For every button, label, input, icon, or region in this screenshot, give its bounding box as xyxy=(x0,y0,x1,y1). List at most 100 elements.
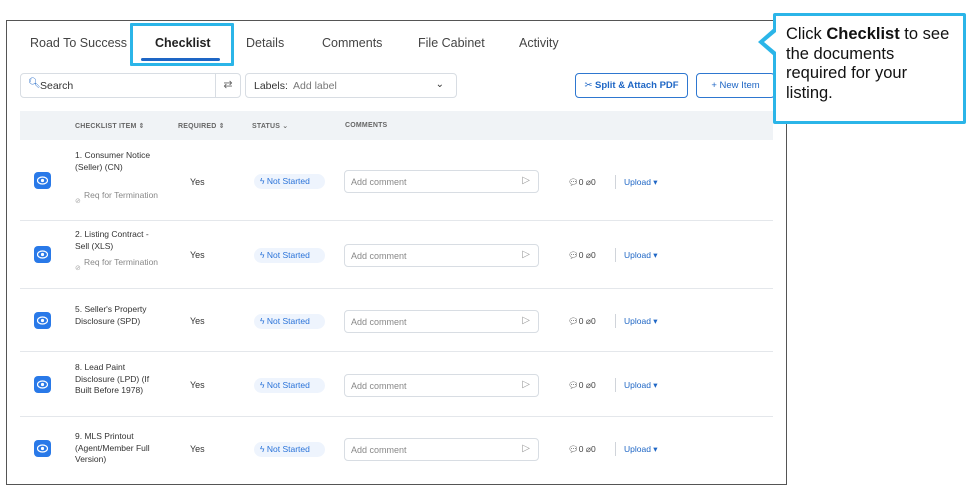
counts: 💬︎0 ⌀0 xyxy=(568,444,596,455)
eye-icon xyxy=(37,380,48,389)
tab-details[interactable]: Details xyxy=(246,36,284,50)
header-required[interactable]: REQUIRED ⇕ xyxy=(178,122,225,130)
new-item-button[interactable]: + New Item xyxy=(696,73,775,98)
status-badge[interactable]: ϟ Not Started xyxy=(254,248,325,263)
labels-label: Labels: xyxy=(254,80,288,92)
table-row: 8. Lead Paint Disclosure (LPD) (If Built… xyxy=(20,352,773,417)
upload-dropdown[interactable]: Upload ▾ xyxy=(624,250,658,261)
send-icon[interactable]: ▷ xyxy=(522,249,530,260)
tag-icon: ⊘ xyxy=(75,265,81,272)
comment-input[interactable]: Add comment ▷ xyxy=(344,438,539,461)
item-name[interactable]: 5. Seller's Property Disclosure (SPD) xyxy=(75,304,165,327)
comment-input[interactable]: Add comment ▷ xyxy=(344,244,539,267)
comment-placeholder: Add comment xyxy=(351,381,407,391)
split-attach-pdf-button[interactable]: ✂ Split & Attach PDF xyxy=(575,73,688,98)
eye-icon xyxy=(37,444,48,453)
attachment-count: 0 xyxy=(591,444,596,454)
eye-icon xyxy=(37,316,48,325)
callout-arrow-inner xyxy=(764,32,776,52)
comment-placeholder: Add comment xyxy=(351,177,407,187)
header-status[interactable]: STATUS ⌄ xyxy=(252,122,288,130)
status-label: Not Started xyxy=(266,176,310,186)
search-box[interactable]: 🔍︎ Search ⇄ xyxy=(20,73,241,98)
comment-icon: 💬︎ xyxy=(568,250,579,260)
header-checklist-item[interactable]: CHECKLIST ITEM ⇕ xyxy=(75,122,145,130)
search-input[interactable]: Search xyxy=(40,80,73,92)
send-icon[interactable]: ▷ xyxy=(522,315,530,326)
eye-icon xyxy=(37,250,48,259)
comment-input[interactable]: Add comment ▷ xyxy=(344,374,539,397)
required-value: Yes xyxy=(190,444,205,454)
tab-activity[interactable]: Activity xyxy=(519,36,559,50)
item-name[interactable]: 1. Consumer Notice (Seller) (CN) xyxy=(75,150,165,173)
required-value: Yes xyxy=(190,380,205,390)
status-badge[interactable]: ϟ Not Started xyxy=(254,174,325,189)
comment-count: 0 xyxy=(578,250,584,260)
view-button[interactable] xyxy=(34,376,51,393)
send-icon[interactable]: ▷ xyxy=(522,443,530,454)
comment-placeholder: Add comment xyxy=(351,445,407,455)
counts: 💬︎0 ⌀0 xyxy=(568,177,596,188)
callout-text: Click Checklist to see the documents req… xyxy=(786,25,958,103)
attachment-count: 0 xyxy=(591,316,596,326)
callout-bold: Checklist xyxy=(826,25,900,43)
counts: 💬︎0 ⌀0 xyxy=(568,250,596,261)
comment-icon: 💬︎ xyxy=(568,316,579,326)
comment-count: 0 xyxy=(578,380,584,390)
view-button[interactable] xyxy=(34,312,51,329)
table-row: 5. Seller's Property Disclosure (SPD) Ye… xyxy=(20,289,773,352)
status-badge[interactable]: ϟ Not Started xyxy=(254,442,325,457)
tab-bar: Road To Success Checklist Details Commen… xyxy=(7,21,786,67)
upload-dropdown[interactable]: Upload ▾ xyxy=(624,316,658,327)
scissors-icon: ✂ xyxy=(584,80,593,91)
attachment-count: 0 xyxy=(591,380,596,390)
app-frame: Road To Success Checklist Details Commen… xyxy=(6,20,787,485)
comment-icon: 💬︎ xyxy=(568,177,579,187)
required-value: Yes xyxy=(190,250,205,260)
comment-placeholder: Add comment xyxy=(351,317,407,327)
comment-placeholder: Add comment xyxy=(351,251,407,261)
swap-icon[interactable]: ⇄ xyxy=(215,74,240,97)
status-icon: ϟ xyxy=(260,316,265,326)
item-name[interactable]: 9. MLS Printout (Agent/Member Full Versi… xyxy=(75,431,165,466)
tab-comments[interactable]: Comments xyxy=(322,36,382,50)
upload-dropdown[interactable]: Upload ▾ xyxy=(624,380,658,391)
divider xyxy=(615,175,616,189)
status-icon: ϟ xyxy=(260,250,265,260)
item-name[interactable]: 8. Lead Paint Disclosure (LPD) (If Built… xyxy=(75,362,165,397)
item-name[interactable]: 2. Listing Contract - Sell (XLS) xyxy=(75,229,165,252)
status-badge[interactable]: ϟ Not Started xyxy=(254,314,325,329)
comment-icon: 💬︎ xyxy=(568,444,579,454)
divider xyxy=(615,314,616,328)
status-label: Not Started xyxy=(266,444,310,454)
eye-icon xyxy=(37,176,48,185)
tutorial-callout: Click Checklist to see the documents req… xyxy=(773,13,966,124)
required-value: Yes xyxy=(190,177,205,187)
status-label: Not Started xyxy=(266,316,310,326)
item-tag-label: Req for Termination xyxy=(84,257,159,267)
labels-placeholder: Add label xyxy=(293,80,337,92)
table-row: 9. MLS Printout (Agent/Member Full Versi… xyxy=(20,417,773,480)
divider xyxy=(615,248,616,262)
view-button[interactable] xyxy=(34,440,51,457)
upload-dropdown[interactable]: Upload ▾ xyxy=(624,177,658,188)
send-icon[interactable]: ▷ xyxy=(522,175,530,186)
send-icon[interactable]: ▷ xyxy=(522,379,530,390)
counts: 💬︎0 ⌀0 xyxy=(568,316,596,327)
comment-count: 0 xyxy=(578,316,584,326)
status-icon: ϟ xyxy=(260,444,265,454)
tab-road-to-success[interactable]: Road To Success xyxy=(30,36,127,50)
status-badge[interactable]: ϟ Not Started xyxy=(254,378,325,393)
comment-input[interactable]: Add comment ▷ xyxy=(344,310,539,333)
split-attach-label: Split & Attach PDF xyxy=(595,80,679,91)
tab-file-cabinet[interactable]: File Cabinet xyxy=(418,36,485,50)
comment-input[interactable]: Add comment ▷ xyxy=(344,170,539,193)
required-value: Yes xyxy=(190,316,205,326)
status-icon: ϟ xyxy=(260,380,265,390)
view-button[interactable] xyxy=(34,246,51,263)
table-header: CHECKLIST ITEM ⇕ REQUIRED ⇕ STATUS ⌄ COM… xyxy=(20,111,773,140)
view-button[interactable] xyxy=(34,172,51,189)
labels-select[interactable]: Labels: Add label ⌄ xyxy=(245,73,457,98)
table-row: 1. Consumer Notice (Seller) (CN) ⊘ Req f… xyxy=(20,140,773,221)
upload-dropdown[interactable]: Upload ▾ xyxy=(624,444,658,455)
